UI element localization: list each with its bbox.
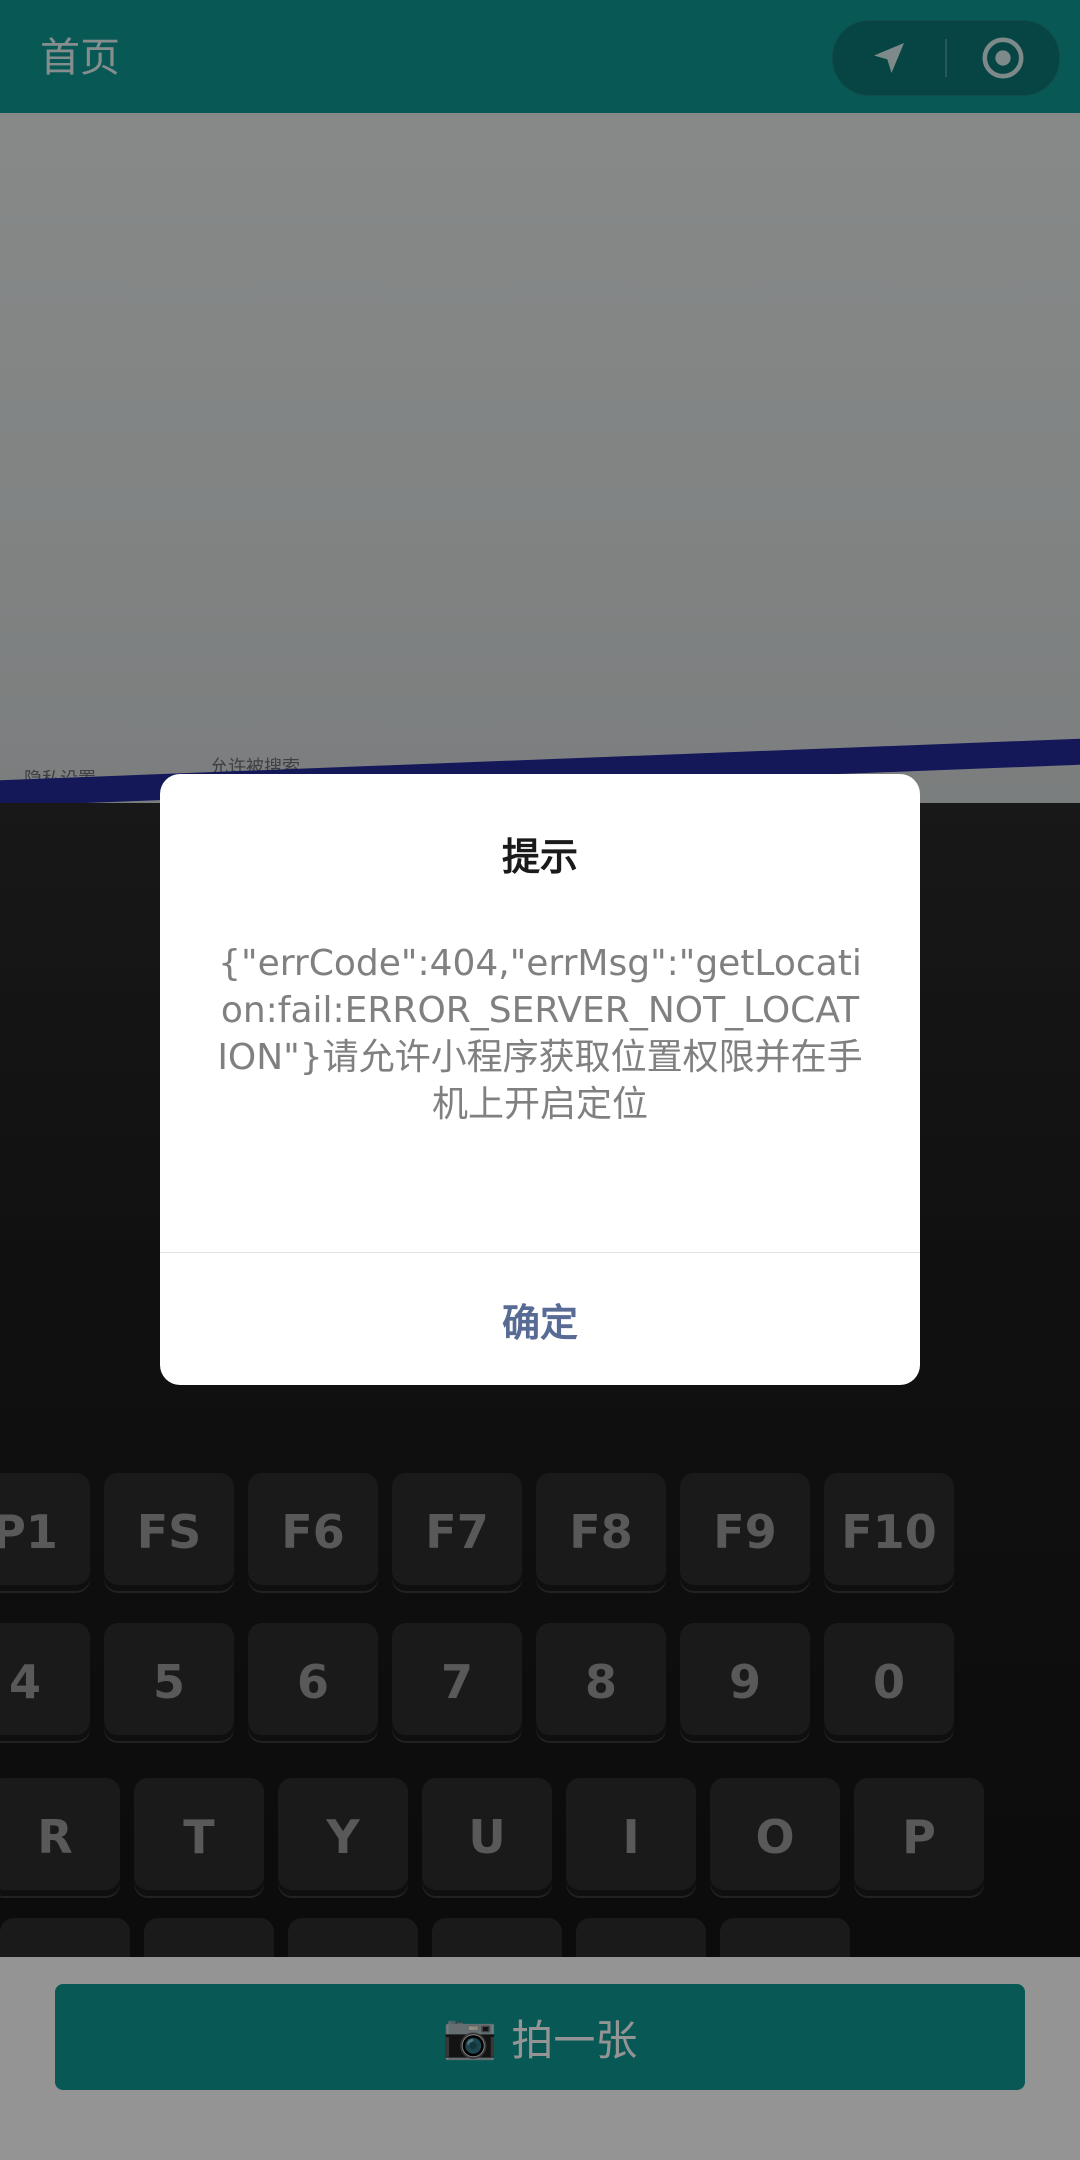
alert-dialog: 提示 {"errCode":404,"errMsg":"getLocation:… [160,774,920,1385]
dialog-message: {"errCode":404,"errMsg":"getLocation:fai… [217,943,863,1125]
confirm-button[interactable]: 确定 [160,1253,920,1385]
dialog-title: 提示 [501,835,578,879]
